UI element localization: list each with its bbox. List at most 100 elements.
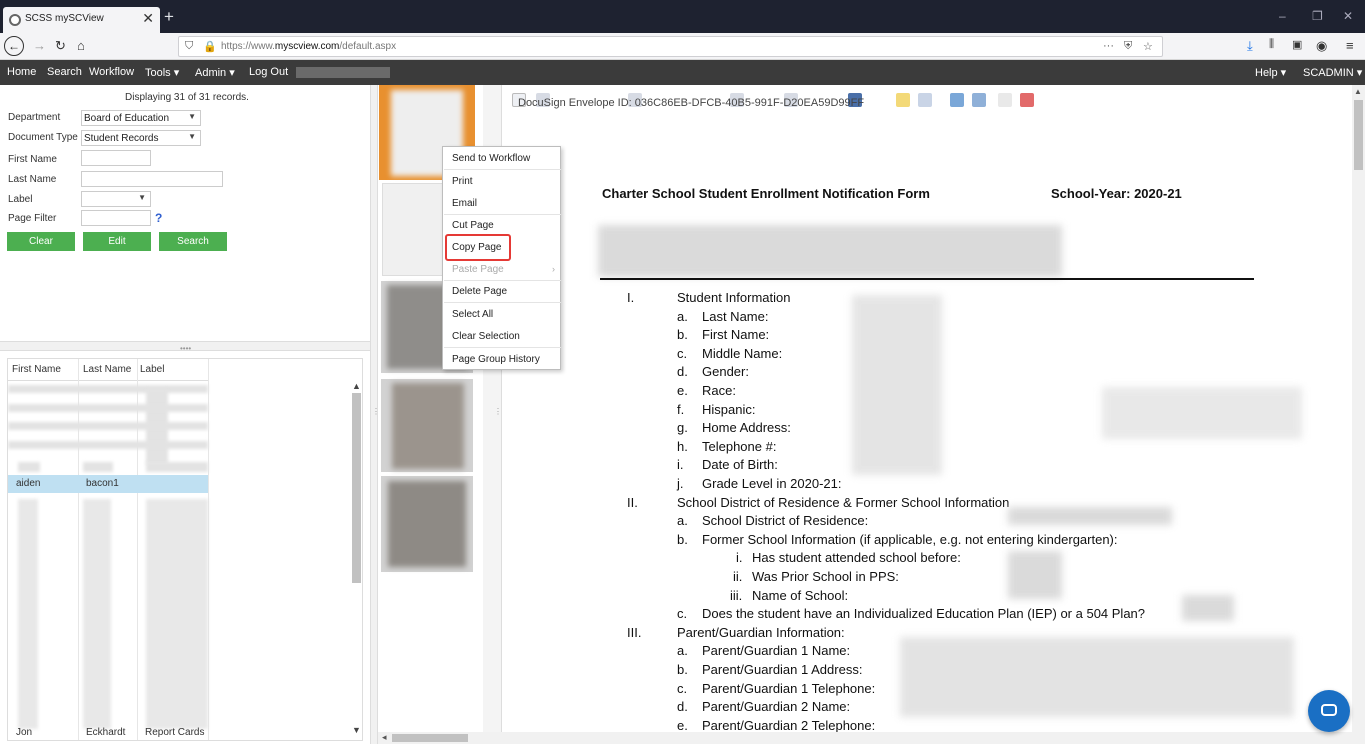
nav-logout[interactable]: Log Out — [249, 66, 288, 78]
url-text: https://www.myscview.com/default.aspx — [221, 41, 397, 52]
sidebar-icon[interactable]: ▣ — [1292, 38, 1302, 51]
restore-icon[interactable]: ❐ — [1312, 9, 1323, 23]
column-first-name[interactable]: First Name — [12, 364, 61, 375]
eraser-icon[interactable] — [972, 93, 986, 107]
form-line-number: e. — [677, 383, 688, 398]
form-line-text: Name of School: — [752, 587, 849, 603]
column-label[interactable]: Label — [140, 364, 164, 375]
nav-home[interactable]: Home — [7, 66, 36, 78]
table-row-selected[interactable]: aiden bacon1 — [8, 475, 208, 493]
more-actions-icon[interactable]: ··· — [1103, 40, 1114, 52]
address-bar[interactable]: ⛉ 🔒 https://www.myscview.com/default.asp… — [178, 36, 1163, 57]
thumbnail-image — [388, 481, 466, 567]
form-line-text: First Name: — [702, 327, 770, 343]
page-filter-input[interactable] — [81, 210, 151, 226]
table-row[interactable]: Jon Eckhardt Report Cards — [8, 724, 208, 740]
tab-title: SCSS mySCView — [25, 13, 104, 24]
nav-help[interactable]: Help ▾ — [1255, 66, 1286, 79]
menu-cut-page[interactable]: Cut Page — [452, 220, 494, 231]
scroll-up-icon[interactable]: ▲ — [1354, 87, 1362, 96]
menu-email[interactable]: Email — [452, 198, 477, 209]
thumbnail-page-4[interactable] — [381, 379, 473, 472]
nav-user-menu[interactable]: SCADMIN ▾ — [1303, 66, 1362, 79]
bookmark-star-icon[interactable]: ☆ — [1143, 40, 1153, 53]
menu-clear-selection[interactable]: Clear Selection — [452, 331, 520, 342]
form-line-number: e. — [677, 717, 688, 732]
first-name-input[interactable] — [81, 150, 151, 166]
redacted-column — [146, 499, 208, 729]
column-last-name[interactable]: Last Name — [83, 364, 131, 375]
pocket-icon[interactable]: ⛨ — [1124, 40, 1132, 53]
close-annotation-icon[interactable] — [1020, 93, 1034, 107]
menu-print[interactable]: Print — [452, 176, 473, 187]
redacted-field — [1182, 595, 1234, 621]
menu-icon[interactable]: ≡ — [1346, 38, 1354, 53]
hand-icon[interactable] — [998, 93, 1012, 107]
nav-workflow[interactable]: Workflow — [89, 66, 134, 78]
department-select[interactable]: Board of Education ▼ — [81, 110, 201, 126]
search-button[interactable]: Search — [159, 232, 227, 251]
menu-page-group-history[interactable]: Page Group History — [452, 354, 540, 365]
library-icon[interactable]: ⫼ — [1269, 38, 1274, 51]
chevron-down-icon: ▼ — [188, 132, 196, 141]
search-panel: Displaying 31 of 31 records. Department … — [0, 85, 370, 341]
form-line-text: Grade Level in 2020-21: — [702, 476, 842, 491]
form-line-number: III. — [627, 624, 642, 640]
forward-icon[interactable]: → — [33, 38, 46, 53]
edit-button[interactable]: Edit — [83, 232, 151, 251]
form-line-text: Parent/Guardian 2 Telephone: — [702, 717, 876, 732]
horizontal-splitter[interactable]: •••• — [0, 341, 370, 353]
pen-icon[interactable] — [950, 93, 964, 107]
redacted-cell — [83, 462, 113, 472]
docusign-envelope-id: DocuSign Envelope ID: 036C86EB-DFCB-40B5… — [518, 97, 865, 109]
menu-paste-page: Paste Page — [452, 264, 504, 275]
chat-button[interactable] — [1308, 690, 1350, 732]
thumbnail-image — [392, 383, 464, 469]
results-panel: First Name Last Name Label aiden bacon1 — [0, 351, 370, 744]
document-type-value: Student Records — [84, 133, 159, 144]
clear-button[interactable]: Clear — [7, 232, 75, 251]
nav-tools[interactable]: Tools ▾ — [145, 66, 179, 79]
back-icon[interactable]: ← — [4, 36, 24, 56]
form-line-text: Parent/Guardian 1 Name: — [702, 643, 851, 659]
page-filter-label: Page Filter — [8, 213, 57, 224]
menu-select-all[interactable]: Select All — [452, 309, 493, 320]
help-icon[interactable]: ? — [155, 211, 162, 225]
highlight-icon[interactable] — [896, 93, 910, 107]
menu-separator — [444, 280, 561, 281]
document-type-select[interactable]: Student Records ▼ — [81, 130, 201, 146]
horizontal-scrollbar-thumb[interactable] — [392, 734, 468, 742]
results-grid: First Name Last Name Label aiden bacon1 — [7, 358, 363, 741]
account-icon[interactable]: ◉ — [1316, 38, 1327, 54]
viewer-scrollbar-thumb[interactable] — [1354, 100, 1363, 170]
text-annotation-icon[interactable] — [918, 93, 932, 107]
scroll-down-icon[interactable]: ▼ — [352, 725, 361, 735]
scroll-up-icon[interactable]: ▲ — [352, 381, 361, 391]
viewer-scrollbar[interactable]: ▲ — [1352, 85, 1365, 732]
horizontal-scrollbar[interactable]: ◂ — [378, 732, 1365, 744]
menu-copy-page[interactable]: Copy Page — [452, 242, 501, 253]
last-name-input[interactable] — [81, 171, 223, 187]
form-line-text: Has student attended school before: — [752, 550, 961, 566]
downloads-icon[interactable]: ⤓ — [1247, 38, 1253, 54]
scroll-left-icon[interactable]: ◂ — [382, 732, 387, 743]
cell-label: Report Cards — [145, 727, 205, 738]
window-close-icon[interactable]: ✕ — [1343, 9, 1353, 23]
nav-admin[interactable]: Admin ▾ — [195, 66, 235, 79]
menu-delete-page[interactable]: Delete Page — [452, 286, 507, 297]
new-tab-icon[interactable]: + — [164, 7, 174, 27]
home-icon[interactable]: ⌂ — [77, 38, 85, 53]
grid-scrollbar-thumb[interactable] — [352, 393, 361, 583]
tab-close-icon[interactable]: ✕ — [142, 10, 154, 27]
form-line-number: c. — [677, 345, 688, 361]
records-count: Displaying 31 of 31 records. — [125, 92, 249, 103]
nav-search[interactable]: Search — [47, 66, 82, 78]
browser-tab[interactable]: SCSS mySCView ✕ — [3, 7, 160, 33]
thumbnail-page-5[interactable] — [381, 476, 473, 572]
minimize-icon[interactable]: – — [1279, 9, 1286, 23]
reload-icon[interactable]: ↻ — [55, 38, 66, 54]
label-select[interactable]: ▼ — [81, 191, 151, 207]
menu-send-to-workflow[interactable]: Send to Workflow — [452, 153, 530, 164]
vertical-splitter-left[interactable]: ⋮ — [370, 85, 380, 744]
column-divider — [208, 359, 209, 740]
